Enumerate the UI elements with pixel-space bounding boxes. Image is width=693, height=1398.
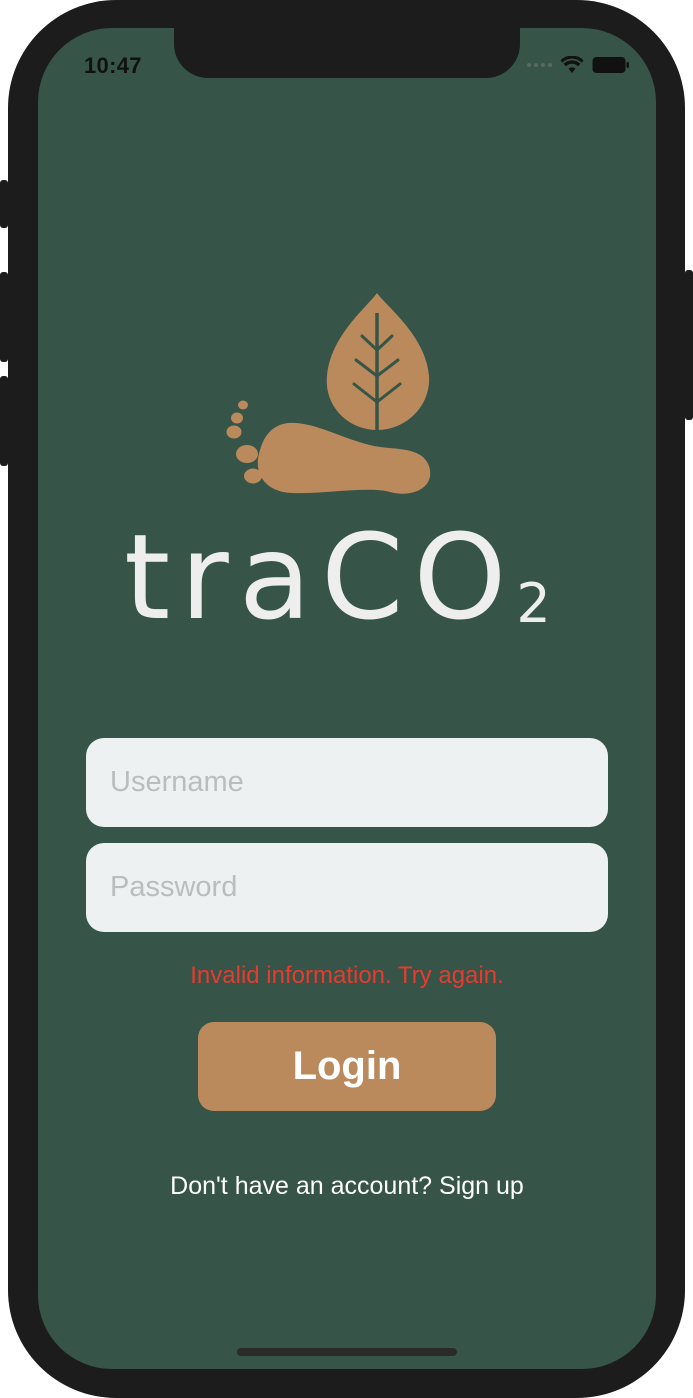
mute-switch bbox=[0, 180, 8, 228]
login-button[interactable]: Login bbox=[198, 1022, 496, 1111]
app-wordmark: traCO2 bbox=[124, 518, 551, 659]
power-button bbox=[685, 270, 693, 420]
wordmark-subscript: 2 bbox=[516, 572, 551, 635]
status-time: 10:47 bbox=[84, 53, 142, 78]
notch bbox=[174, 28, 520, 78]
status-icons bbox=[527, 56, 630, 74]
wifi-icon bbox=[560, 56, 584, 73]
battery-icon bbox=[592, 57, 629, 73]
wordmark-main: traCO bbox=[124, 508, 517, 646]
password-input[interactable] bbox=[86, 843, 608, 932]
username-input[interactable] bbox=[86, 738, 608, 827]
signup-link[interactable]: Don't have an account? Sign up bbox=[38, 1172, 656, 1201]
volume-up-button bbox=[0, 272, 8, 362]
foot-leaf-logo-icon bbox=[226, 293, 431, 494]
volume-down-button bbox=[0, 376, 8, 466]
home-indicator bbox=[237, 1348, 457, 1356]
cellular-signal-icon bbox=[527, 63, 552, 67]
app-logo: traCO2 bbox=[116, 278, 578, 636]
app-screen: 10:47 traCO2 Username Invalid informatio… bbox=[38, 28, 656, 1369]
error-message: Invalid information. Try again. bbox=[190, 962, 504, 989]
